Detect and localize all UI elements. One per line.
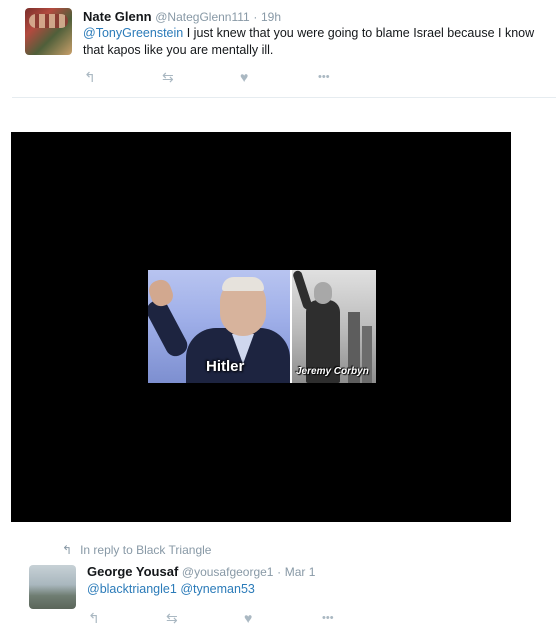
tweet-nate-glenn: Nate Glenn @NategGlenn111 · 19h @TonyGre… [0, 0, 556, 98]
reply-icon: ↰ [88, 609, 100, 626]
mention-link[interactable]: @blacktriangle1 [87, 582, 177, 596]
retweet-icon: ⇆ [166, 609, 178, 626]
author-handle[interactable]: @NategGlenn111 [155, 10, 249, 24]
video-thumbnail[interactable]: Hitler Jeremy Corbyn [148, 270, 376, 383]
separator: · [253, 10, 258, 24]
author-name[interactable]: George Yousaf [87, 564, 178, 579]
tweet-actions: ↰ ⇆ ♥ ••• [88, 610, 400, 627]
retweet-button[interactable]: ⇆ [166, 610, 244, 626]
like-icon: ♥ [240, 69, 249, 85]
like-button[interactable]: ♥ [240, 69, 318, 85]
mention-link[interactable]: @tyneman53 [180, 582, 255, 596]
reply-icon: ↰ [84, 68, 96, 85]
retweet-icon: ⇆ [162, 68, 174, 85]
tweet-text: @TonyGreenstein I just knew that you wer… [83, 25, 548, 59]
more-icon: ••• [322, 612, 334, 624]
like-button[interactable]: ♥ [244, 610, 322, 626]
caption-left: Hitler [206, 358, 245, 375]
separator: · [277, 565, 282, 579]
reply-context-text: In reply to Black Triangle [80, 543, 212, 557]
reply-context-icon: ↰ [62, 543, 73, 557]
tweet-text: @blacktriangle1 @tyneman53 [87, 581, 255, 598]
figure-arm [148, 296, 191, 360]
timestamp[interactable]: Mar 1 [285, 565, 316, 579]
retweet-button[interactable]: ⇆ [162, 69, 240, 85]
avatar[interactable] [25, 8, 72, 55]
author-handle[interactable]: @yousafgeorge1 [182, 565, 274, 579]
divider [12, 97, 556, 98]
figure-head-right [314, 282, 332, 304]
like-icon: ♥ [244, 610, 253, 626]
avatar[interactable] [29, 565, 76, 609]
figure-hair [222, 277, 264, 291]
timestamp[interactable]: 19h [261, 10, 281, 24]
more-icon: ••• [318, 71, 330, 83]
tweet-header: Nate Glenn @NategGlenn111 · 19h [83, 9, 281, 24]
caption-right: Jeremy Corbyn [296, 366, 369, 377]
tweet-header: George Yousaf @yousafgeorge1 · Mar 1 [87, 564, 315, 579]
reply-button[interactable]: ↰ [88, 610, 166, 626]
reply-context[interactable]: ↰ In reply to Black Triangle [62, 543, 211, 557]
author-name[interactable]: Nate Glenn [83, 9, 152, 24]
mention-link[interactable]: @TonyGreenstein [83, 26, 183, 40]
photo-left: Hitler [148, 270, 290, 383]
more-button[interactable]: ••• [322, 610, 400, 626]
tweet-actions: ↰ ⇆ ♥ ••• [84, 69, 396, 86]
more-button[interactable]: ••• [318, 69, 396, 85]
reply-button[interactable]: ↰ [84, 69, 162, 85]
